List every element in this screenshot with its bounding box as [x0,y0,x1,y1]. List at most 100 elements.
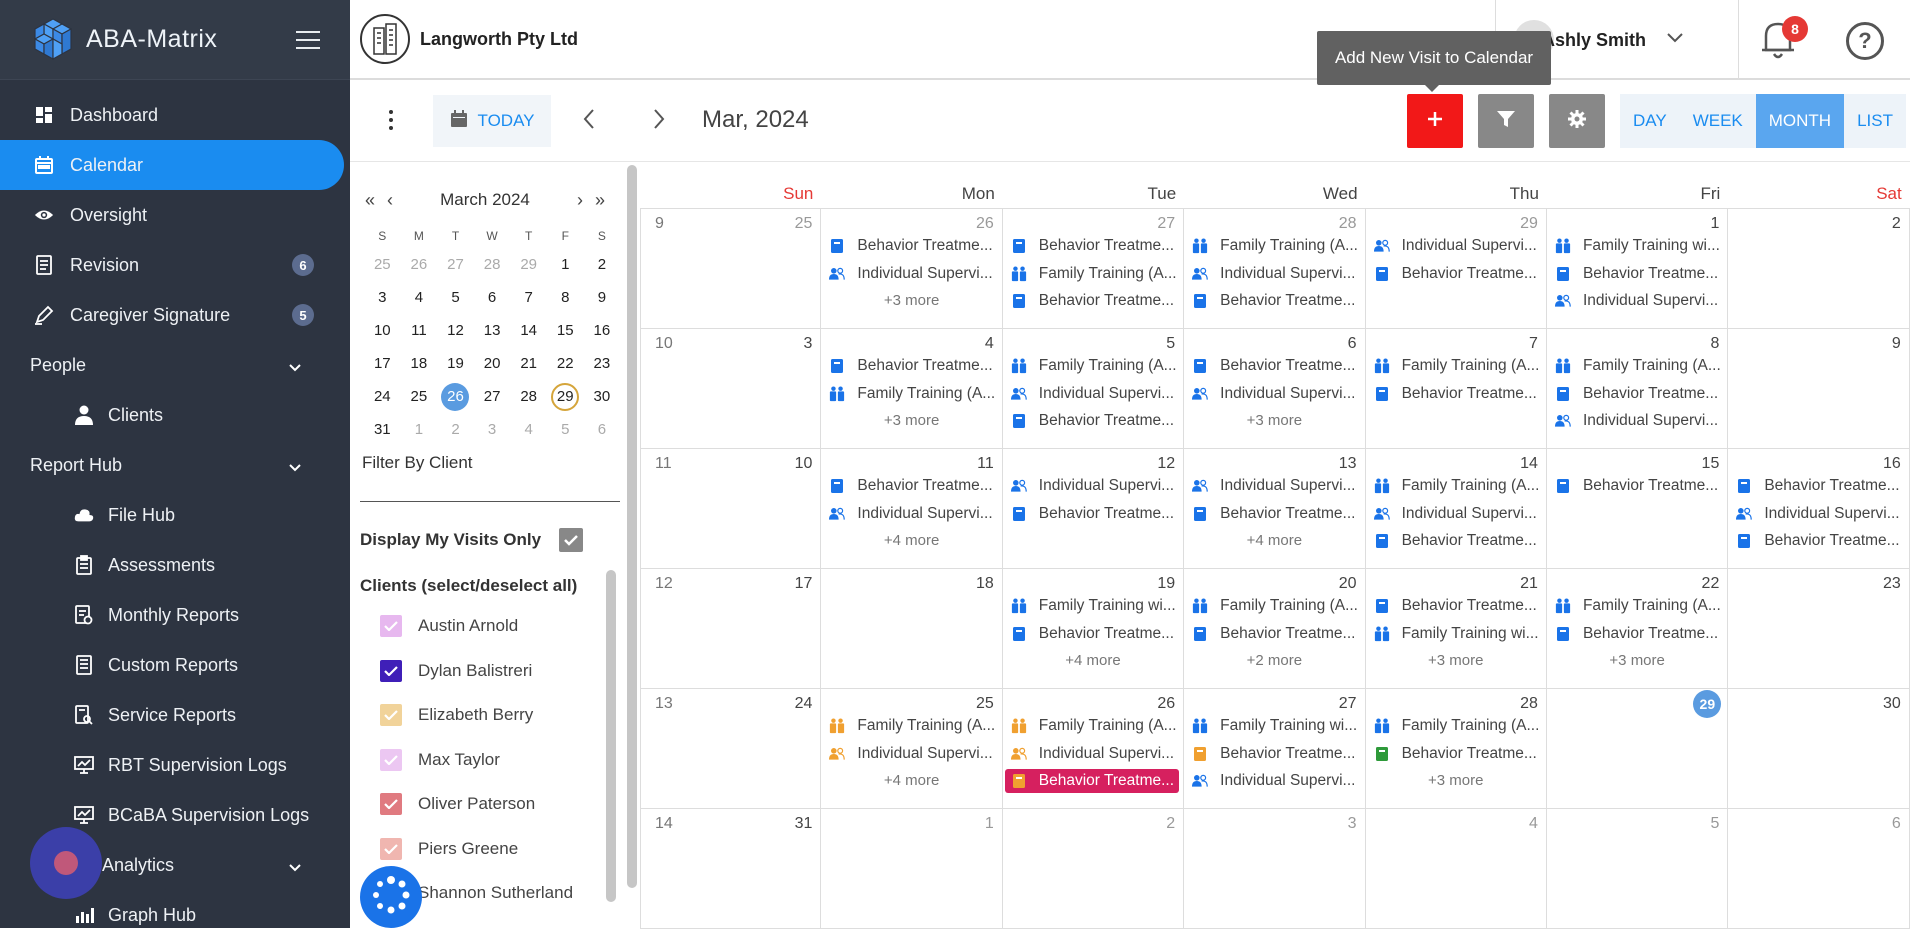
calendar-event[interactable]: Behavior Treatme... [1011,622,1179,646]
mini-calendar-day[interactable]: 18 [401,347,438,380]
calendar-event[interactable]: Behavior Treatme... [1011,234,1179,258]
calendar-event[interactable]: Family Training (A... [1011,262,1179,286]
calendar-event[interactable]: Individual Supervi... [1192,474,1360,498]
calendar-event[interactable]: Individual Supervi... [1010,474,1179,498]
mini-calendar-day[interactable]: 24 [364,380,401,413]
mini-calendar-day[interactable]: 25 [401,380,438,413]
view-list-button[interactable]: LIST [1844,94,1906,148]
calendar-day-cell[interactable]: 23 [1728,569,1910,689]
calendar-day-cell[interactable]: 5 [1547,809,1729,929]
calendar-event[interactable]: Behavior Treatme... [1374,382,1542,406]
calendar-day-cell[interactable]: 22 Family Training (A... Behavior Treatme.… [1547,569,1729,689]
settings-button[interactable] [1549,94,1605,148]
calendar-event[interactable]: Family Training (A... [1555,594,1723,618]
mini-calendar-day[interactable]: 21 [510,347,547,380]
client-filter-item[interactable]: Dylan Balistreri [380,659,532,682]
more-events-link[interactable]: +4 more [821,772,1001,789]
calendar-event[interactable]: Behavior Treatme... [829,354,997,378]
sidebar-item-revision[interactable]: Revision 6 [0,240,350,290]
sidebar-item-calendar[interactable]: Calendar [0,140,344,190]
calendar-day-cell[interactable]: 13 24 [640,689,822,809]
calendar-event[interactable]: Behavior Treatme... [829,234,997,258]
support-chat-button[interactable] [30,827,102,899]
mini-calendar-day[interactable]: 2 [437,413,474,446]
calendar-event[interactable]: Individual Supervi... [1192,769,1360,793]
calendar-day-cell[interactable]: 18 [821,569,1003,689]
sidebar-item-assessments[interactable]: Assessments [0,540,350,590]
calendar-day-cell[interactable]: 26 Behavior Treatme... Individual Supervi.… [821,209,1003,329]
calendar-event[interactable]: Individual Supervi... [829,502,997,526]
next-year-icon[interactable]: » [590,190,610,211]
more-options-icon[interactable] [388,110,394,130]
view-week-button[interactable]: WEEK [1680,94,1756,148]
view-day-button[interactable]: DAY [1620,94,1680,148]
calendar-day-cell[interactable]: 29 [1547,689,1729,809]
sidebar-section-report-hub[interactable]: Report Hub [0,440,350,490]
more-events-link[interactable]: +3 more [1366,772,1546,789]
calendar-event[interactable]: Behavior Treatme... [1555,382,1723,406]
mini-calendar-day[interactable]: 2 [584,248,621,281]
sidebar-item-oversight[interactable]: Oversight [0,190,350,240]
calendar-event[interactable]: Family Training (A... [829,382,997,406]
sidebar-item-file-hub[interactable]: File Hub [0,490,350,540]
calendar-day-cell[interactable]: 1 Family Training wi... Behavior Treatme..… [1547,209,1729,329]
more-events-link[interactable]: +4 more [821,532,1001,549]
calendar-day-cell[interactable]: 8 Family Training (A... Behavior Treatme..… [1547,329,1729,449]
mini-calendar-day[interactable]: 30 [584,380,621,413]
mini-calendar-day[interactable]: 1 [547,248,584,281]
previous-month-icon[interactable]: ‹ [380,190,400,211]
mini-calendar-day[interactable]: 7 [510,281,547,314]
calendar-event[interactable]: Individual Supervi... [1554,409,1723,433]
calendar-day-cell[interactable]: 14 31 [640,809,822,929]
calendar-event[interactable]: Behavior Treatme... [1004,769,1180,793]
calendar-event[interactable]: Behavior Treatme... [1011,502,1179,526]
more-events-link[interactable]: +3 more [821,292,1001,309]
more-events-link[interactable]: +3 more [1547,652,1727,669]
calendar-event[interactable]: Family Training (A... [1011,714,1179,738]
clients-select-all[interactable]: Clients (select/deselect all) [360,576,577,596]
calendar-event[interactable]: Individual Supervi... [829,262,997,286]
calendar-day-cell[interactable]: 11 10 [640,449,822,569]
more-events-link[interactable]: +3 more [1184,412,1364,429]
calendar-event[interactable]: Individual Supervi... [1192,382,1360,406]
calendar-event[interactable]: Behavior Treatme... [1192,622,1360,646]
previous-month-button[interactable] [582,108,596,137]
calendar-event[interactable]: Behavior Treatme... [829,474,997,498]
calendar-event[interactable]: Individual Supervi... [1373,234,1542,258]
calendar-event[interactable]: Behavior Treatme... [1555,474,1723,498]
mini-calendar-day[interactable]: 29 [510,248,547,281]
mini-calendar-day[interactable]: 28 [474,248,511,281]
checkbox-checked-icon[interactable] [380,748,402,771]
calendar-event[interactable]: Behavior Treatme... [1736,474,1904,498]
mini-calendar-day[interactable]: 25 [364,248,401,281]
calendar-event[interactable]: Behavior Treatme... [1374,742,1542,766]
calendar-event[interactable]: Behavior Treatme... [1011,409,1179,433]
mini-calendar-day[interactable]: 26 [401,248,438,281]
calendar-event[interactable]: Individual Supervi... [1554,289,1723,313]
next-month-icon[interactable]: › [570,190,590,211]
calendar-event[interactable]: Individual Supervi... [1010,382,1179,406]
help-icon[interactable]: ? [1846,22,1884,60]
sidebar-item-service-reports[interactable]: Service Reports [0,690,350,740]
calendar-day-cell[interactable]: 1 [821,809,1003,929]
sidebar-item-rbt-supervision-logs[interactable]: RBT Supervision Logs [0,740,350,790]
calendar-event[interactable]: Family Training (A... [1374,354,1542,378]
calendar-event[interactable]: Behavior Treatme... [1555,262,1723,286]
mini-calendar-day[interactable]: 13 [474,314,511,347]
mini-calendar-day[interactable]: 4 [510,413,547,446]
mini-calendar-day[interactable]: 15 [547,314,584,347]
mini-calendar-day[interactable]: 28 [510,380,547,413]
more-events-link[interactable]: +3 more [821,412,1001,429]
mini-calendar-day[interactable]: 27 [437,248,474,281]
calendar-day-cell[interactable]: 27 Family Training wi... Behavior Treatme.… [1184,689,1366,809]
mini-calendar-day[interactable]: 8 [547,281,584,314]
mini-calendar-day[interactable]: 5 [437,281,474,314]
more-events-link[interactable]: +3 more [1366,652,1546,669]
calendar-day-cell[interactable]: 2 [1728,209,1910,329]
calendar-event[interactable]: Behavior Treatme... [1374,529,1542,553]
sidebar-section-people[interactable]: People [0,340,350,390]
filter-button[interactable] [1478,94,1534,148]
mini-calendar-day[interactable]: 5 [547,413,584,446]
more-events-link[interactable]: +4 more [1184,532,1364,549]
mini-calendar-day[interactable]: 10 [364,314,401,347]
